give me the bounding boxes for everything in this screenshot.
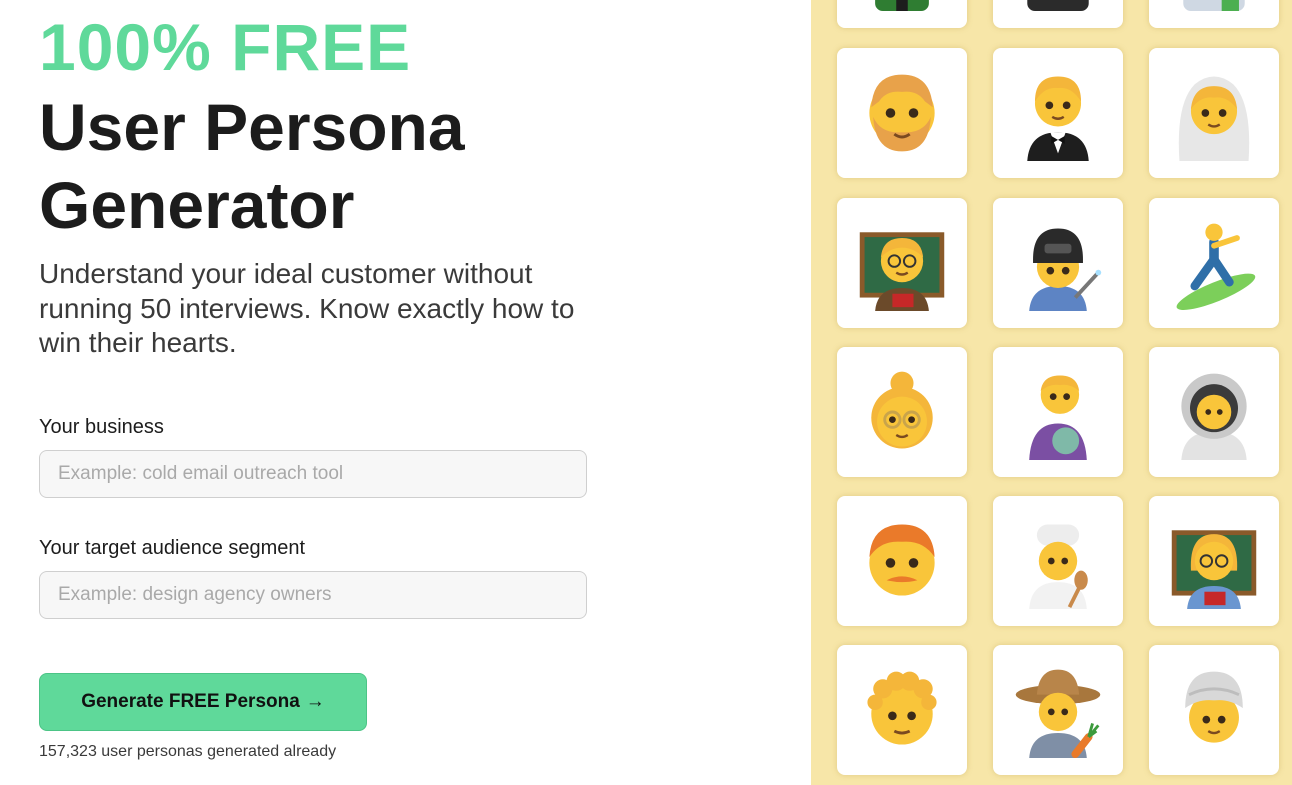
man-with-mustache-icon xyxy=(869,524,935,596)
person-with-turban-icon xyxy=(1185,671,1243,743)
personas-generated-counter: 157,323 user personas generated already xyxy=(39,743,337,760)
audience-input[interactable] xyxy=(39,571,587,619)
woman-welder-icon xyxy=(1029,228,1102,311)
arrow-right-icon: → xyxy=(305,691,325,712)
person-in-tuxedo-icon xyxy=(1027,76,1089,161)
gallery-tile xyxy=(1149,496,1279,626)
gallery-tile xyxy=(993,645,1123,775)
gallery-tile xyxy=(837,645,967,775)
persona-partial-1-icon xyxy=(875,0,929,11)
audience-field-label: Your target audience segment xyxy=(39,537,306,559)
persona-partial-2-icon xyxy=(1027,0,1089,11)
man-teacher-icon xyxy=(859,232,945,311)
cook-icon xyxy=(1029,524,1088,609)
woman-teacher-icon xyxy=(1171,530,1257,609)
persona-gallery xyxy=(811,0,1292,785)
generate-button-label: Generate FREE Persona xyxy=(81,691,300,712)
gallery-tile xyxy=(993,48,1123,178)
curly-haired-man-icon xyxy=(867,671,937,745)
business-field-label: Your business xyxy=(39,416,164,438)
persona-partial-3-icon xyxy=(1183,0,1245,11)
gallery-tile xyxy=(993,0,1123,28)
gallery-tile xyxy=(1149,347,1279,477)
farmer-icon xyxy=(1015,669,1101,758)
gallery-tile xyxy=(837,0,967,28)
bride-with-veil-icon xyxy=(1178,76,1250,161)
business-input[interactable] xyxy=(39,450,587,498)
generate-persona-button[interactable]: Generate FREE Persona → xyxy=(39,673,367,731)
free-badge-headline: 100% FREE xyxy=(39,10,412,84)
gallery-tile xyxy=(837,48,967,178)
man-feeding-baby-icon xyxy=(1029,375,1087,460)
astronaut-icon xyxy=(1181,373,1247,460)
gallery-tile xyxy=(1149,0,1279,28)
bearded-man-icon xyxy=(869,74,935,152)
gallery-tile xyxy=(993,496,1123,626)
page-subtitle: Understand your ideal customer without r… xyxy=(39,258,575,358)
old-woman-icon xyxy=(871,371,933,449)
page-title: User Persona Generator xyxy=(39,90,465,242)
gallery-tile xyxy=(993,198,1123,328)
gallery-tile xyxy=(1149,645,1279,775)
gallery-tile xyxy=(1149,48,1279,178)
gallery-tile xyxy=(837,198,967,328)
persona-generator-page: 100% FREE User Persona Generator Underst… xyxy=(0,0,1292,785)
gallery-tile xyxy=(837,496,967,626)
surfer-icon xyxy=(1176,223,1256,310)
gallery-tile xyxy=(993,347,1123,477)
gallery-tile xyxy=(837,347,967,477)
gallery-tile xyxy=(1149,198,1279,328)
